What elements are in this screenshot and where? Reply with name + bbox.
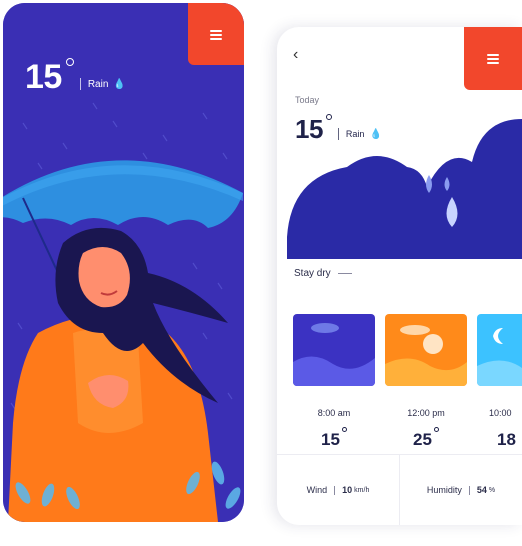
menu-button[interactable]	[464, 27, 522, 90]
condition: Rain 💧	[79, 78, 126, 90]
current-weather: 15 Rain 💧	[25, 58, 126, 96]
current-weather: 15 Rain 💧	[295, 114, 382, 144]
forecast-temp: 25	[385, 427, 467, 450]
degree-icon	[433, 427, 439, 432]
condition-label: Rain	[87, 78, 109, 90]
condition-label: Rain	[345, 129, 365, 139]
forecast-card[interactable]: 8:00 am 15	[293, 314, 375, 450]
degree-icon	[325, 114, 332, 120]
forecast-card[interactable]: 12:00 pm 25	[385, 314, 467, 450]
chevron-left-icon[interactable]: ‹	[293, 47, 298, 63]
temperature-value: 15	[295, 114, 323, 144]
section-label: Stay dry	[294, 268, 352, 279]
weather-detail-screen: ‹ Today 15 Rain 💧 Stay dry 8:00 am 15 12…	[277, 27, 522, 525]
moon-icon	[477, 314, 522, 386]
menu-button[interactable]	[188, 3, 244, 65]
forecast-card[interactable]: 10:00 18	[477, 314, 522, 450]
day-label: Today	[295, 95, 320, 105]
forecast-time: 12:00 pm	[407, 408, 445, 418]
degree-icon	[341, 427, 347, 432]
sun-clouds-icon	[385, 314, 467, 386]
temperature-value: 15	[25, 58, 62, 96]
forecast-temp: 15	[293, 427, 375, 450]
hamburger-menu-icon	[210, 29, 222, 40]
condition: Rain 💧	[337, 128, 382, 140]
wind-stat: Wind 10 km/h	[277, 455, 400, 525]
raindrops-icon: 💧	[113, 78, 126, 90]
weather-stats: Wind 10 km/h Humidity 54 %	[277, 454, 522, 525]
night-clouds-icon	[293, 314, 375, 386]
forecast-time: 8:00 am	[317, 408, 351, 418]
hamburger-menu-icon	[487, 54, 499, 64]
degree-icon	[65, 58, 74, 66]
raindrops-icon: 💧	[369, 128, 382, 140]
humidity-stat: Humidity 54 %	[426, 485, 496, 495]
rain-illustration-screen: 15 Rain 💧	[3, 3, 244, 522]
forecast-temp: 18	[497, 430, 516, 449]
forecast-time: 10:00	[489, 408, 512, 418]
